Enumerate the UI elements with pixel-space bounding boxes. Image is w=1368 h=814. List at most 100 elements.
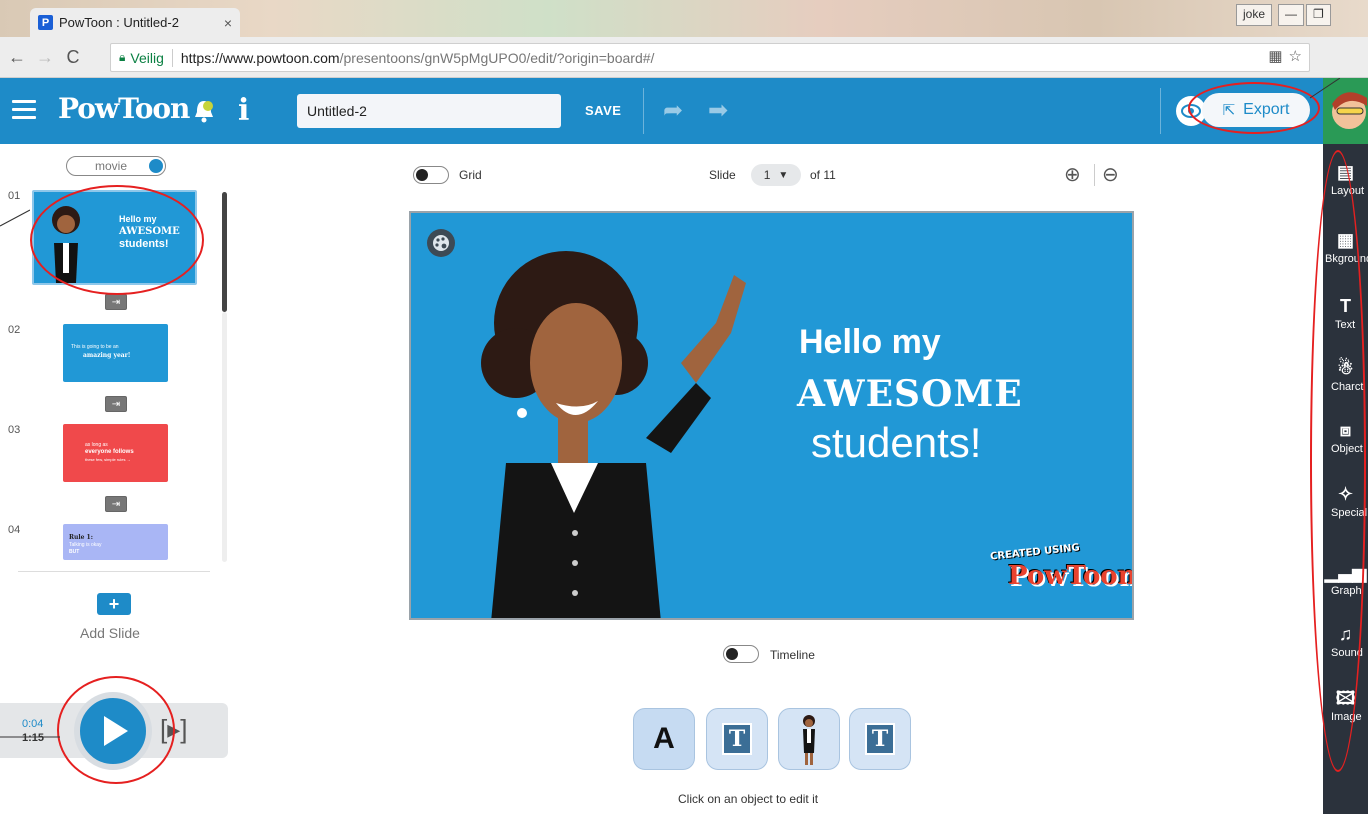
- right-toolbar: ▤ Layout ▦ Bkground T Text ☃ Charct ⧈ Ob…: [1323, 144, 1368, 814]
- notification-bell-icon[interactable]: [193, 98, 215, 124]
- redo-icon[interactable]: ➡: [708, 96, 728, 125]
- slides-scrollbar-thumb[interactable]: [222, 192, 227, 312]
- thumb-text: as long as: [85, 442, 108, 448]
- export-button[interactable]: ⇱ Export: [1202, 93, 1310, 127]
- slide-number: 02: [8, 324, 21, 336]
- background-icon: ▦: [1336, 230, 1354, 250]
- stage-text-line2[interactable]: AWESOME: [797, 373, 1023, 415]
- toolbar-background[interactable]: ▦ Bkground: [1323, 230, 1368, 265]
- toolbar-object[interactable]: ⧈ Object: [1323, 420, 1368, 455]
- grid-toggle[interactable]: [413, 166, 449, 184]
- chevron-down-icon: ▼: [778, 169, 789, 181]
- play-button[interactable]: [74, 692, 152, 770]
- character-icon: ☃: [1337, 358, 1354, 378]
- toolbar-label: Sound: [1331, 647, 1363, 659]
- text-object-icon: T: [865, 723, 895, 755]
- thumb-text: amazing year!: [83, 352, 131, 359]
- lock-icon: 🔒︎: [119, 50, 126, 64]
- stage-text-line1[interactable]: Hello my: [799, 323, 941, 362]
- image-icon: 🖾︎: [1335, 688, 1356, 708]
- slide-thumbnail-2[interactable]: This is going to be an amazing year!: [63, 324, 168, 382]
- object-button-text-2[interactable]: T: [849, 708, 911, 770]
- info-icon[interactable]: i: [238, 93, 249, 128]
- url-path: /presentoons/gnW5pMgUPO0/edit/?origin=bo…: [339, 49, 655, 66]
- toolbar-sound[interactable]: ♫ Sound: [1323, 624, 1368, 659]
- export-label: Export: [1243, 101, 1290, 118]
- slide-transition-icon[interactable]: ⇥: [105, 396, 127, 412]
- graph-icon: ▁▃▅: [1324, 562, 1367, 582]
- annotation-pointer-line: [0, 209, 30, 227]
- object-button-character[interactable]: [778, 708, 840, 770]
- browser-tab[interactable]: P PowToon : Untitled-2 ×: [30, 8, 240, 37]
- toolbar-image[interactable]: 🖾︎ Image: [1323, 688, 1368, 723]
- forward-arrow-icon[interactable]: →: [34, 47, 56, 68]
- zoom-out-icon[interactable]: ⊖: [1102, 162, 1119, 187]
- toolbar-layout[interactable]: ▤ Layout: [1323, 162, 1368, 197]
- toolbar-label: Object: [1331, 443, 1363, 455]
- translate-icon[interactable]: ▦: [1268, 48, 1288, 65]
- menu-hamburger-icon[interactable]: [12, 100, 36, 124]
- object-edit-hint: Click on an object to edit it: [678, 792, 819, 806]
- slide-current-value: 1: [763, 168, 771, 182]
- toolbar-character[interactable]: ☃ Charct: [1323, 358, 1368, 393]
- thumb-text: students!: [119, 238, 169, 250]
- window-minimize-icon[interactable]: —: [1278, 4, 1304, 26]
- reload-icon[interactable]: C: [62, 47, 84, 68]
- add-slide-label[interactable]: Add Slide: [80, 625, 140, 641]
- save-button[interactable]: SAVE: [585, 103, 621, 118]
- presentation-title-input[interactable]: [297, 94, 561, 128]
- object-button-handwriting[interactable]: A: [633, 708, 695, 770]
- annotation-pointer-line: [0, 736, 60, 738]
- slides-scrollbar-track[interactable]: [222, 312, 227, 562]
- stage-text-line3[interactable]: students!: [811, 419, 981, 467]
- slide-number: 04: [8, 524, 21, 536]
- app-header: PowToon i SAVE ➦ ➡ ⇱ Export: [0, 78, 1323, 144]
- toolbar-text[interactable]: T Text: [1323, 296, 1368, 331]
- character-thumbnail-icon: [52, 206, 80, 283]
- toggle-knob: [149, 159, 163, 173]
- tab-close-icon[interactable]: ×: [224, 15, 232, 31]
- movie-mode-toggle[interactable]: movie: [66, 156, 166, 176]
- timeline-label: Timeline: [770, 648, 815, 662]
- special-icon: ✧: [1337, 484, 1354, 504]
- timeline-toggle[interactable]: [723, 645, 759, 663]
- slide-number: 03: [8, 424, 21, 436]
- slide-transition-icon[interactable]: ⇥: [105, 294, 127, 310]
- toolbar-label: Bkground: [1325, 253, 1368, 265]
- browser-tab-strip: P PowToon : Untitled-2 × joke — ❐: [0, 0, 1368, 37]
- zoom-divider: [1094, 164, 1095, 186]
- toolbar-label: Image: [1331, 711, 1362, 723]
- browser-address-bar: ← → C 🔒︎ Veilig https://www.powtoon.com …: [0, 37, 1368, 78]
- slide-label: Slide: [709, 168, 736, 182]
- current-time: 0:04: [22, 718, 44, 730]
- text-icon: T: [1340, 296, 1351, 316]
- slide-stage[interactable]: Hello my AWESOME students! CREATED USING…: [409, 211, 1134, 620]
- thumb-text: Rule 1:: [69, 534, 93, 541]
- slide-thumbnail-3[interactable]: as long as everyone follows these few, s…: [63, 424, 168, 482]
- waving-teacher-character[interactable]: [446, 213, 746, 620]
- add-slide-button[interactable]: +: [97, 593, 131, 615]
- thumb-text: everyone follows: [85, 449, 134, 455]
- back-arrow-icon[interactable]: ←: [6, 47, 28, 68]
- sound-icon: ♫: [1338, 624, 1353, 644]
- zoom-in-icon[interactable]: ⊕: [1064, 162, 1081, 187]
- slide-thumbnail-1[interactable]: Hello my AWESOME students!: [32, 190, 197, 285]
- toolbar-label: Graph: [1331, 585, 1362, 597]
- toolbar-graph[interactable]: ▁▃▅ Graph: [1323, 562, 1368, 597]
- slide-thumbnail-4[interactable]: Rule 1: Talking is okay BUT: [63, 524, 168, 560]
- url-field[interactable]: 🔒︎ Veilig https://www.powtoon.com /prese…: [110, 43, 1310, 72]
- thumb-text: these few, simple rules →: [85, 457, 131, 462]
- toolbar-special[interactable]: ✧ Special: [1323, 484, 1368, 519]
- character-icon: [803, 715, 815, 765]
- toolbar-label: Special: [1331, 507, 1368, 519]
- object-button-text-1[interactable]: T: [706, 708, 768, 770]
- toolbar-label: Layout: [1331, 185, 1365, 197]
- object-icon: ⧈: [1339, 420, 1352, 440]
- undo-icon[interactable]: ➦: [663, 96, 683, 125]
- slide-transition-icon[interactable]: ⇥: [105, 496, 127, 512]
- play-from-slide-icon[interactable]: [▸]: [160, 714, 188, 745]
- slide-number-select[interactable]: 1 ▼: [751, 164, 801, 186]
- window-maximize-icon[interactable]: ❐: [1306, 4, 1331, 26]
- bookmark-star-icon[interactable]: ☆: [1289, 48, 1308, 65]
- thumb-text: BUT: [69, 549, 80, 555]
